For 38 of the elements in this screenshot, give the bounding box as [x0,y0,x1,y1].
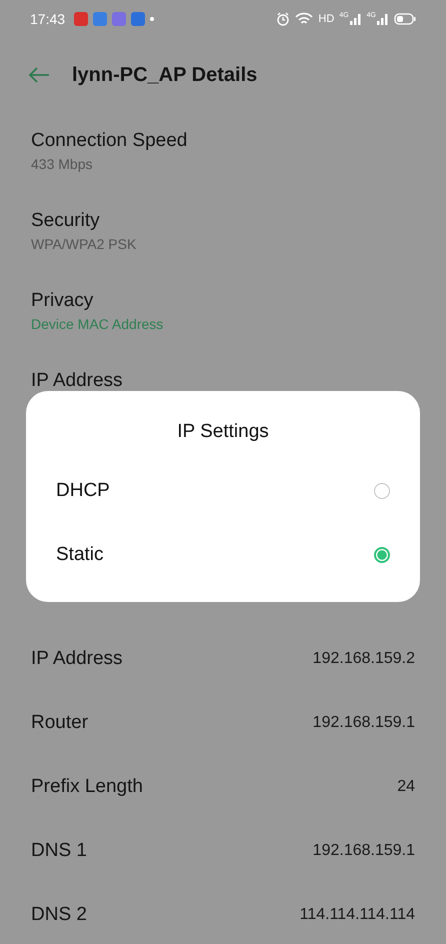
setting-value: 192.168.159.1 [312,842,415,860]
detail-value: 433 Mbps [31,155,94,174]
setting-label: DNS 2 [31,903,87,927]
option-label: Static [56,544,104,566]
app-icon [93,12,108,26]
radio-button[interactable] [374,547,390,563]
alarm-icon [276,12,290,26]
signal-icon [377,13,389,25]
option-label: DHCP [56,480,110,502]
ip-option[interactable]: DHCP [26,459,420,523]
back-arrow-icon[interactable] [28,67,50,83]
app-icon [74,12,88,26]
detail-title: Privacy [31,289,94,313]
detail-title: IP Address [31,369,124,393]
app-icon [131,12,146,26]
setting-value: 24 [397,778,415,796]
app-icon [112,12,126,26]
hd-indicator: HD [318,13,334,25]
setting-value: 192.168.159.2 [312,650,415,668]
ip-option[interactable]: Static [26,523,420,587]
radio-button[interactable] [374,483,390,499]
page-title: lynn-PC_AP Details [72,64,258,86]
setting-label: Router [31,711,88,735]
dialog-title: IP Settings [176,420,270,444]
setting-value: 192.168.159.1 [312,714,415,732]
setting-label: Prefix Length [31,775,143,799]
notification-dot-icon [150,17,154,21]
detail-title: Connection Speed [31,129,188,153]
setting-label: DNS 1 [31,839,87,863]
detail-value: WPA/WPA2 PSK [31,235,138,254]
detail-value: Device MAC Address [31,315,164,334]
signal-icon [350,13,362,25]
battery-icon [394,13,416,25]
setting-label: IP Address [31,647,123,671]
setting-value: 114.114.114.114 [300,906,415,924]
wifi-icon [295,12,314,26]
detail-title: Security [31,209,101,233]
status-time: 17:43 [30,11,66,27]
